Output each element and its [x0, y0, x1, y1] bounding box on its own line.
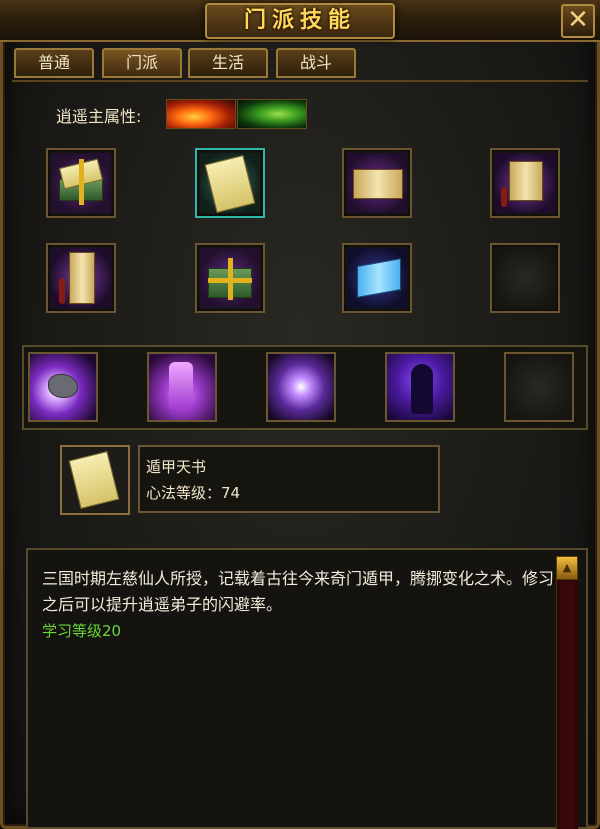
scroll-track[interactable]	[560, 582, 574, 829]
empty-slot-icon[interactable]	[504, 352, 574, 422]
fire-icon	[166, 99, 236, 129]
learn-requirement: 学习等级20	[42, 622, 122, 640]
blue-scroll-icon[interactable]	[342, 243, 412, 313]
wind-icon	[237, 99, 307, 129]
book-bundle-icon[interactable]	[46, 148, 116, 218]
selected-skill-icon	[60, 445, 130, 515]
close-button[interactable]: ✕	[561, 4, 595, 38]
meteor-rock-icon[interactable]	[28, 352, 98, 422]
hanging-scroll-icon[interactable]	[490, 148, 560, 218]
ribboned-book-bundle-icon[interactable]	[195, 243, 265, 313]
window-title: 门派技能	[243, 8, 356, 33]
tab-divider	[12, 80, 588, 82]
tab-normal[interactable]: 普通	[14, 48, 94, 78]
selected-skill-name: 遁甲天书	[146, 458, 207, 476]
description-text: 三国时期左慈仙人所授，记载着古往今来奇门遁甲，腾挪变化之术。修习之后可以提升逍遥…	[42, 569, 555, 614]
tab-combat[interactable]: 战斗	[276, 48, 356, 78]
painting-scroll-icon[interactable]	[46, 243, 116, 313]
scroll-up-icon[interactable]: ▲	[556, 556, 578, 580]
purple-boot-icon[interactable]	[147, 352, 217, 422]
attribute-label: 逍遥主属性:	[56, 107, 142, 126]
tab-life[interactable]: 生活	[188, 48, 268, 78]
vortex-icon[interactable]	[266, 352, 336, 422]
tab-sect[interactable]: 门派	[102, 48, 182, 78]
shadow-figure-icon[interactable]	[385, 352, 455, 422]
selected-skill-level: 心法等级：74	[146, 484, 241, 502]
dunjia-book-icon[interactable]	[195, 148, 265, 218]
golden-scroll-icon[interactable]	[342, 148, 412, 218]
empty-slot-icon[interactable]	[490, 243, 560, 313]
